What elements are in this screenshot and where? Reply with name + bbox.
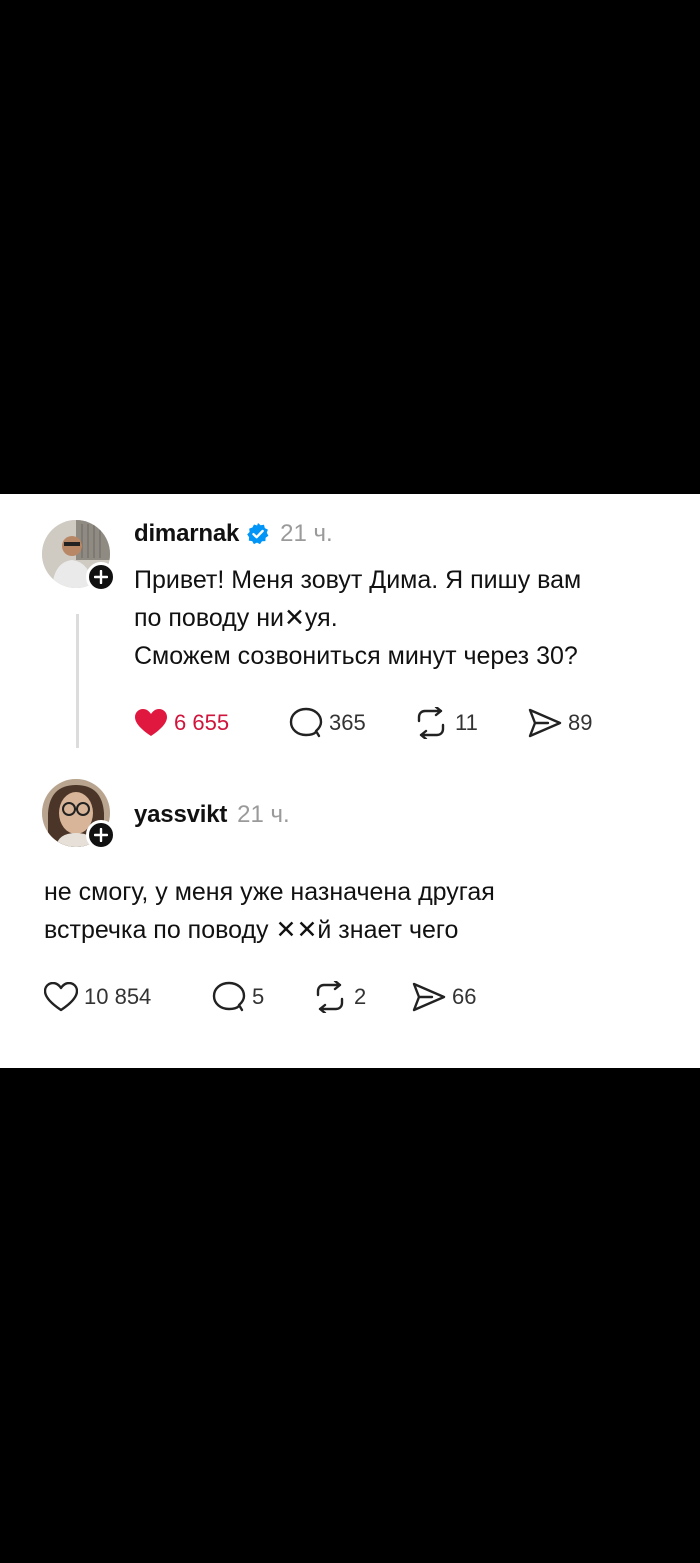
post-header-dimarnak: dimarnak 21 ч. xyxy=(134,516,333,552)
post-text-line: встречка по поводу ✕✕й знает чего xyxy=(44,916,459,944)
post-text-dimarnak: Привет! Меня зовут Дима. Я пишу вам по п… xyxy=(134,561,581,675)
reply-count: 5 xyxy=(252,984,265,1009)
repost-count: 2 xyxy=(354,984,367,1009)
thread-line xyxy=(76,614,79,748)
plus-icon xyxy=(94,828,108,842)
reply-button[interactable]: 5 xyxy=(212,981,312,1013)
repost-button[interactable]: 2 xyxy=(312,981,412,1013)
post-time: 21 ч. xyxy=(237,801,290,828)
post-text-line: по поводу ни✕уя. xyxy=(134,604,338,632)
post-text-line: не смогу, у меня уже назначена другая xyxy=(44,878,495,906)
post-actions-dimarnak: 6 655 365 11 89 xyxy=(134,703,592,743)
share-button[interactable]: 89 xyxy=(528,708,592,738)
follow-button-dimarnak[interactable] xyxy=(86,562,116,592)
reply-button[interactable]: 365 xyxy=(289,707,413,739)
like-count: 10 854 xyxy=(84,984,152,1009)
post-text-yassvikt: не смогу, у меня уже назначена другая вс… xyxy=(44,873,495,949)
heart-icon xyxy=(135,709,167,736)
username[interactable]: dimarnak xyxy=(134,520,239,548)
share-count: 66 xyxy=(452,984,477,1009)
repost-icon xyxy=(417,707,445,739)
reply-icon xyxy=(289,707,323,738)
like-button[interactable]: 10 854 xyxy=(44,982,212,1012)
username[interactable]: yassvikt xyxy=(134,801,227,829)
share-count: 89 xyxy=(568,710,593,735)
post-text-line: Привет! Меня зовут Дима. Я пишу вам xyxy=(134,566,582,594)
repost-count: 11 xyxy=(455,710,478,735)
like-button[interactable]: 6 655 xyxy=(134,708,289,738)
share-button[interactable]: 66 xyxy=(412,982,476,1012)
post-time: 21 ч. xyxy=(280,520,333,547)
plus-icon xyxy=(94,570,108,584)
verified-badge-icon xyxy=(246,522,270,546)
like-count: 6 655 xyxy=(174,710,230,735)
follow-button-yassvikt[interactable] xyxy=(86,820,116,850)
reply-icon xyxy=(212,981,246,1012)
repost-icon xyxy=(316,981,344,1013)
heart-icon xyxy=(44,982,78,1012)
post-header-yassvikt: yassvikt 21 ч. xyxy=(134,797,290,833)
share-icon xyxy=(528,708,562,738)
post-text-line: Сможем созвониться минут через 30? xyxy=(134,642,578,670)
reply-count: 365 xyxy=(329,710,366,735)
post-actions-yassvikt: 10 854 5 2 66 xyxy=(44,977,476,1017)
repost-button[interactable]: 11 xyxy=(413,707,528,739)
share-icon xyxy=(412,982,446,1012)
